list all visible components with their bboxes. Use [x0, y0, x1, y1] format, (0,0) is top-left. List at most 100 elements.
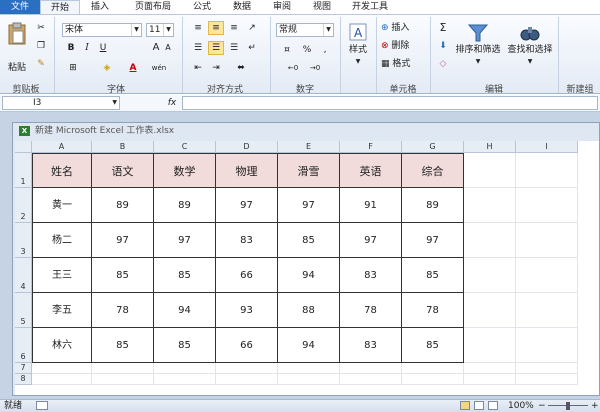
row-header[interactable]: 6 — [15, 328, 32, 363]
tab-review[interactable]: 审阅 — [262, 0, 302, 14]
row-header[interactable]: 3 — [15, 223, 32, 258]
column-header[interactable]: A — [32, 141, 92, 153]
font-color-button[interactable]: A — [124, 61, 142, 75]
grid-cell[interactable] — [154, 363, 216, 374]
wrap-text-icon[interactable]: ↵ — [244, 41, 260, 55]
underline-button[interactable]: U — [96, 41, 110, 55]
shrink-font-button[interactable]: A — [162, 41, 174, 55]
fill-color-button[interactable]: ◈ — [98, 61, 116, 75]
table-header-cell[interactable]: 姓名 — [32, 153, 92, 188]
table-cell[interactable]: 83 — [340, 258, 402, 293]
grid-cell[interactable] — [516, 258, 578, 293]
column-header[interactable]: B — [92, 141, 154, 153]
font-name-select[interactable]: 宋体 ▼ — [62, 23, 142, 37]
table-cell[interactable]: 97 — [216, 188, 278, 223]
table-cell[interactable]: 66 — [216, 328, 278, 363]
cut-icon[interactable]: ✂ — [34, 21, 48, 35]
row-header[interactable]: 2 — [15, 188, 32, 223]
tab-view[interactable]: 视图 — [302, 0, 342, 14]
table-header-cell[interactable]: 综合 — [402, 153, 464, 188]
page-layout-view-icon[interactable] — [474, 401, 484, 410]
row-header[interactable]: 5 — [15, 293, 32, 328]
table-cell[interactable]: 93 — [216, 293, 278, 328]
formula-input[interactable] — [182, 96, 598, 110]
macro-record-icon[interactable] — [36, 401, 48, 410]
table-cell[interactable]: 83 — [216, 223, 278, 258]
grid-cell[interactable] — [516, 188, 578, 223]
grid-cell[interactable] — [464, 293, 516, 328]
table-header-cell[interactable]: 物理 — [216, 153, 278, 188]
normal-view-icon[interactable] — [460, 401, 470, 410]
borders-button[interactable]: ⊞ — [64, 61, 82, 75]
grid-cell[interactable] — [516, 363, 578, 374]
insert-cells-button[interactable]: ⊕ 插入 — [380, 21, 430, 35]
table-cell[interactable]: 85 — [402, 258, 464, 293]
sort-filter-button[interactable]: 排序和筛选 ▼ — [454, 19, 502, 79]
column-header[interactable]: H — [464, 141, 516, 153]
name-box[interactable]: I3 ▼ — [2, 96, 120, 110]
column-header[interactable]: G — [402, 141, 464, 153]
row-header[interactable]: 8 — [15, 374, 32, 385]
tab-data[interactable]: 数据 — [222, 0, 262, 14]
align-center-icon[interactable]: ☰ — [208, 41, 224, 55]
grid-cell[interactable] — [516, 293, 578, 328]
grid-cell[interactable] — [464, 223, 516, 258]
grid-cell[interactable] — [464, 374, 516, 385]
zoom-slider-thumb[interactable] — [566, 402, 570, 410]
tab-page-layout[interactable]: 页面布局 — [124, 0, 182, 14]
column-header[interactable]: D — [216, 141, 278, 153]
table-cell[interactable]: 78 — [402, 293, 464, 328]
table-cell[interactable]: 85 — [402, 328, 464, 363]
row-header[interactable]: 4 — [15, 258, 32, 293]
table-cell[interactable]: 94 — [154, 293, 216, 328]
font-size-select[interactable]: 11 ▼ — [146, 23, 174, 37]
table-cell[interactable]: 83 — [340, 328, 402, 363]
table-cell[interactable]: 王三 — [32, 258, 92, 293]
table-cell[interactable]: 97 — [278, 188, 340, 223]
grid-cell[interactable] — [32, 363, 92, 374]
table-cell[interactable]: 97 — [92, 223, 154, 258]
table-cell[interactable]: 97 — [402, 223, 464, 258]
grid-cell[interactable] — [340, 363, 402, 374]
grid-cell[interactable] — [154, 374, 216, 385]
table-cell[interactable]: 66 — [216, 258, 278, 293]
phonetic-button[interactable]: wén — [148, 61, 170, 75]
grid-cell[interactable] — [278, 374, 340, 385]
grid-cell[interactable] — [216, 363, 278, 374]
table-cell[interactable]: 94 — [278, 328, 340, 363]
worksheet-grid[interactable]: A B C D E F G H I 1 2 3 4 5 6 7 8 姓名 语文 数学 物理 滑雪 英语 综合 黄一 89 89 97 9… — [15, 141, 599, 395]
grid-cell[interactable] — [340, 374, 402, 385]
tab-formulas[interactable]: 公式 — [182, 0, 222, 14]
grid-cell[interactable] — [464, 188, 516, 223]
paste-button[interactable]: 粘贴 — [4, 19, 30, 75]
table-cell[interactable]: 89 — [402, 188, 464, 223]
find-select-button[interactable]: 查找和选择 ▼ — [504, 19, 556, 79]
zoom-level[interactable]: 100% — [508, 400, 534, 412]
format-painter-icon[interactable]: ✎ — [34, 57, 48, 71]
increase-indent-icon[interactable]: ⇥ — [208, 61, 224, 75]
row-header[interactable]: 1 — [15, 153, 32, 188]
italic-button[interactable]: I — [80, 41, 94, 55]
table-header-cell[interactable]: 英语 — [340, 153, 402, 188]
clear-icon[interactable]: ◇ — [434, 57, 452, 71]
increase-decimal-icon[interactable]: ←0 — [284, 61, 302, 75]
table-cell[interactable]: 85 — [278, 223, 340, 258]
table-cell[interactable]: 85 — [154, 258, 216, 293]
align-middle-icon[interactable]: ≡ — [208, 21, 224, 35]
table-cell[interactable]: 78 — [340, 293, 402, 328]
grid-cell[interactable] — [216, 374, 278, 385]
grid-cell[interactable] — [464, 363, 516, 374]
autosum-button[interactable]: Σ — [434, 21, 452, 35]
comma-button[interactable]: , — [318, 43, 332, 57]
table-cell[interactable]: 89 — [154, 188, 216, 223]
grid-cell[interactable] — [464, 328, 516, 363]
table-cell[interactable]: 89 — [92, 188, 154, 223]
bold-button[interactable]: B — [64, 41, 78, 55]
row-header[interactable]: 7 — [15, 363, 32, 374]
grow-font-button[interactable]: A — [150, 41, 162, 55]
insert-function-button[interactable]: fx — [164, 96, 180, 110]
currency-icon[interactable]: ¤ — [278, 43, 296, 57]
table-cell[interactable]: 97 — [154, 223, 216, 258]
grid-cell[interactable] — [516, 153, 578, 188]
column-header[interactable]: I — [516, 141, 578, 153]
